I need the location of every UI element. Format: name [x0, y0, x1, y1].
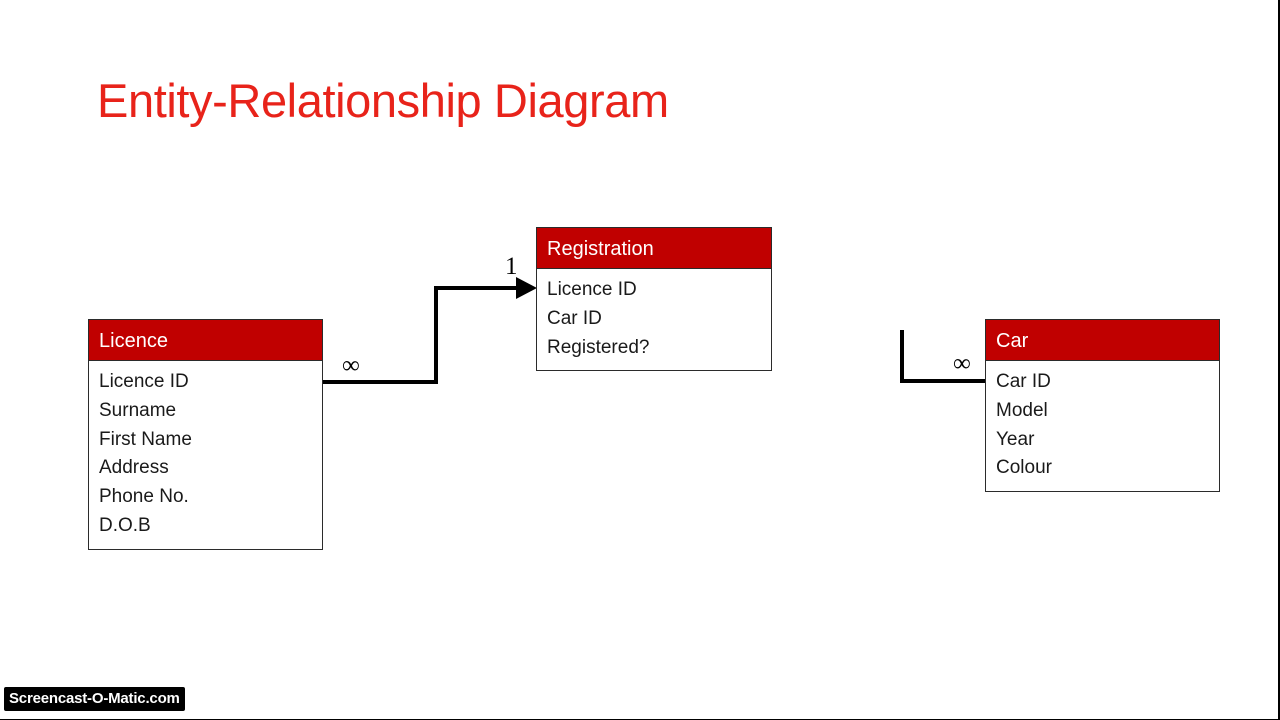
entity-attributes-car: Car ID Model Year Colour	[986, 361, 1219, 492]
entity-box-licence[interactable]: Licence Licence ID Surname First Name Ad…	[88, 319, 323, 550]
attribute-row: Car ID	[996, 371, 1051, 392]
relationship-line-car-vertical	[900, 330, 904, 383]
attribute-row: Year	[996, 428, 1035, 450]
attribute-row: Colour	[996, 457, 1052, 479]
entity-attributes-registration: Licence ID Car ID Registered?	[537, 269, 771, 371]
screencast-watermark: Screencast-O-Matic.com	[4, 687, 185, 711]
attribute-row: Registered?	[547, 336, 650, 358]
cardinality-label-licence-many: ∞	[342, 352, 360, 379]
page-title: Entity-Relationship Diagram	[97, 74, 669, 127]
attribute-row: Phone No.	[99, 486, 189, 508]
entity-box-registration[interactable]: Registration Licence ID Car ID Registere…	[536, 227, 772, 372]
attribute-row: Address	[99, 457, 169, 479]
relationship-line-car-horizontal	[900, 379, 986, 383]
attribute-row: Surname	[99, 399, 177, 421]
entity-attributes-licence: Licence ID Surname First Name Address Ph…	[89, 361, 322, 549]
attribute-row: Licence ID	[99, 371, 189, 392]
entity-header-licence: Licence	[89, 320, 322, 361]
cardinality-label-car-many: ∞	[953, 350, 971, 377]
arrow-head-icon	[516, 277, 537, 299]
slide-canvas: Entity-Relationship Diagram ∞ 1 ∞ Licenc…	[0, 0, 1280, 720]
entity-header-registration: Registration	[537, 228, 771, 269]
relationship-line-licence-registration-horizontal-upper	[434, 286, 520, 290]
cardinality-label-registration-one: 1	[505, 253, 518, 280]
entity-header-car: Car	[986, 320, 1219, 361]
attribute-row: Licence ID	[547, 279, 637, 300]
entity-box-car[interactable]: Car Car ID Model Year Colour	[985, 319, 1220, 493]
attribute-row: Car ID	[547, 307, 602, 329]
relationship-line-licence-registration-horizontal-lower	[322, 380, 438, 384]
attribute-row: D.O.B	[99, 514, 151, 536]
attribute-row: Model	[996, 399, 1048, 421]
relationship-line-licence-registration-vertical	[434, 286, 438, 384]
attribute-row: First Name	[99, 428, 192, 450]
